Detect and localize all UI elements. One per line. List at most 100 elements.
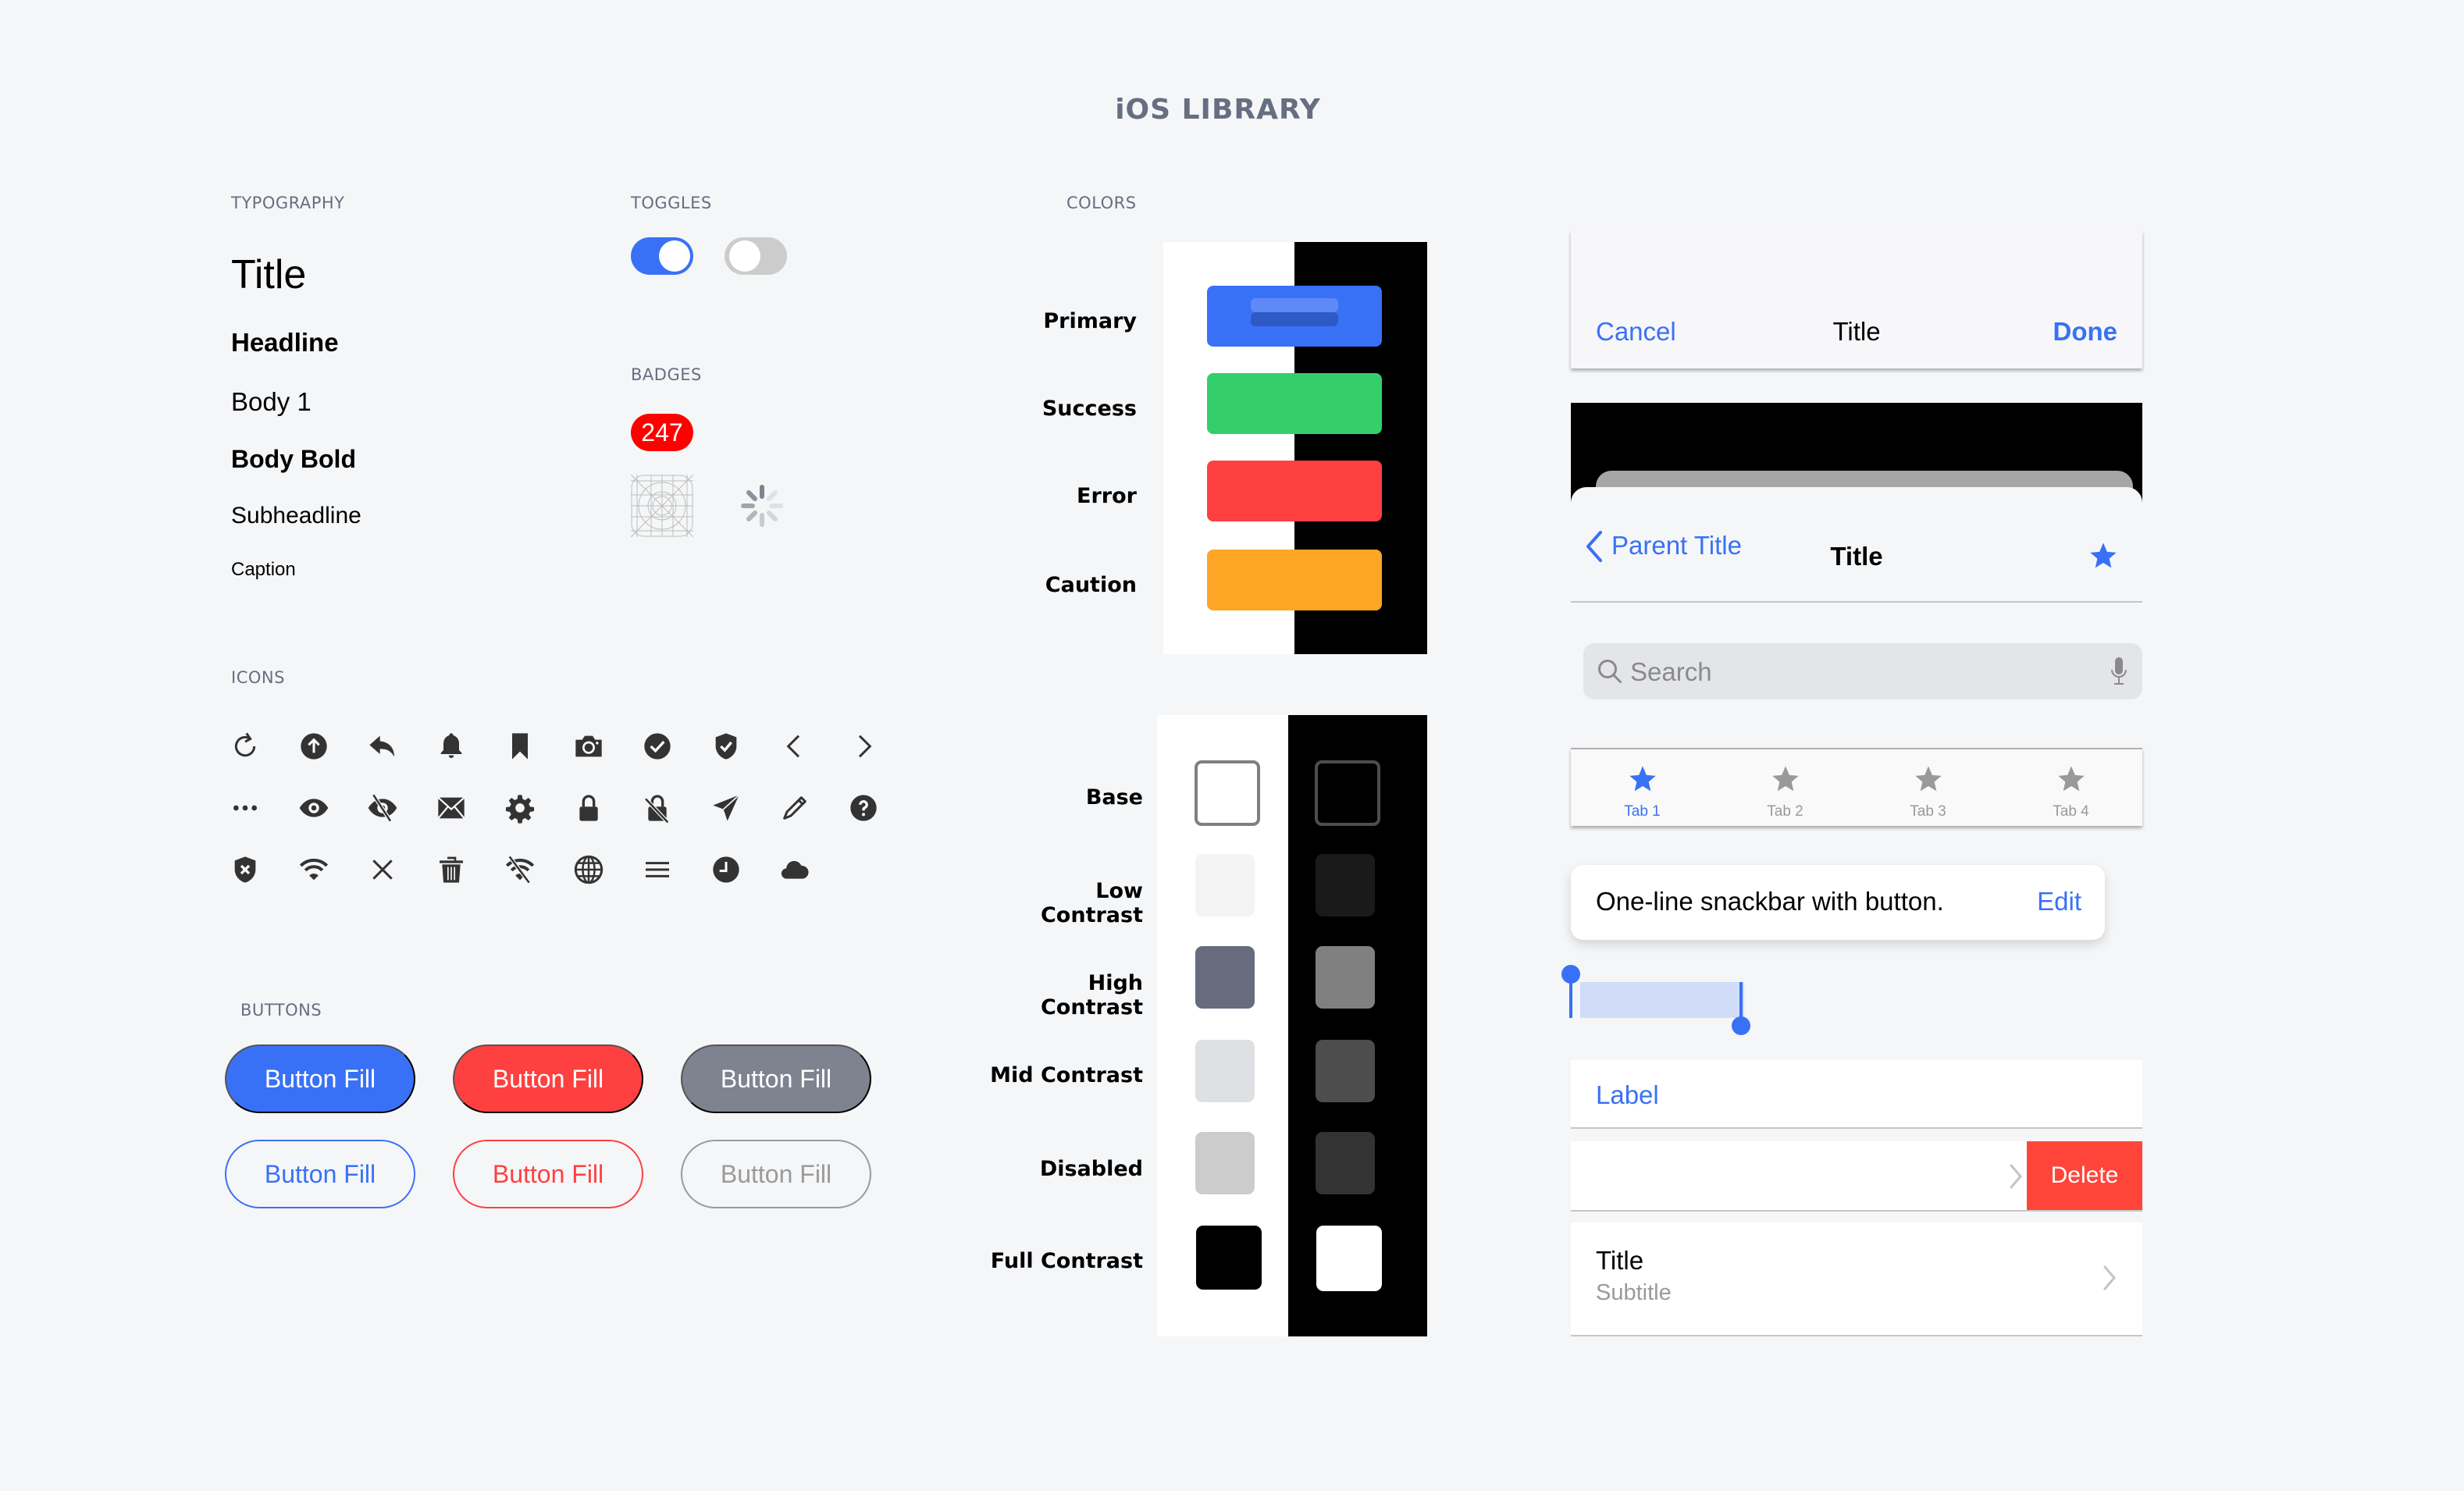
swatch-primary (1207, 286, 1382, 347)
toggle-off[interactable] (725, 237, 787, 275)
search-field[interactable]: Search (1583, 643, 2142, 699)
color-label-high-contrast: High Contrast (1040, 971, 1143, 1020)
color-label-full-contrast: Full Contrast (990, 1249, 1143, 1273)
error-fill-button[interactable]: Button Fill (453, 1044, 643, 1113)
question-circle-icon (845, 789, 882, 827)
sheet-navigation-bar: Parent Title Title (1571, 487, 2142, 603)
selection-end-handle-line (1739, 982, 1743, 1018)
tab-4[interactable]: Tab 4 (1999, 749, 2142, 826)
snackbar-message: One-line snackbar with button. (1596, 887, 1944, 916)
bell-icon (433, 728, 470, 765)
selection-start-handle[interactable] (1561, 965, 1580, 984)
camera-icon (570, 728, 607, 765)
activity-spinner-icon (739, 482, 785, 529)
swatch-disabled-dark (1316, 1132, 1375, 1194)
send-icon (707, 789, 745, 827)
checkmark-circle-icon (639, 728, 676, 765)
swatch-success (1207, 373, 1382, 434)
swatch-full-contrast-dark (1316, 1226, 1382, 1291)
selection-start-handle-line (1569, 982, 1572, 1018)
swatch-full-contrast-light (1196, 1226, 1262, 1290)
typography-body-bold: Body Bold (231, 445, 356, 473)
selection-end-handle[interactable] (1732, 1016, 1750, 1035)
menu-icon (639, 851, 676, 888)
envelope-icon (433, 789, 470, 827)
sheet-title: Title (1830, 542, 1883, 571)
swatch-error (1207, 461, 1382, 521)
star-icon (1770, 763, 1801, 799)
globe-icon (570, 851, 607, 888)
reply-icon (364, 728, 401, 765)
count-badge: 247 (631, 414, 693, 451)
toggle-knob (659, 240, 690, 272)
swatch-base-light (1195, 760, 1260, 826)
pencil-icon (776, 789, 814, 827)
arrow-up-circle-icon (295, 728, 333, 765)
clock-icon (707, 851, 745, 888)
swatch-high-contrast-dark (1316, 946, 1375, 1009)
tab-label: Tab 4 (2053, 803, 2089, 820)
delete-button[interactable]: Delete (2027, 1141, 2142, 1210)
page-title: iOS LIBRARY (1115, 94, 1321, 126)
primary-fill-button[interactable]: Button Fill (225, 1044, 415, 1113)
chevron-right-icon (2008, 1163, 2024, 1190)
refresh-icon (226, 728, 264, 765)
typography-body1: Body 1 (231, 387, 312, 416)
color-label-error: Error (1077, 484, 1137, 508)
swatch-disabled-light (1195, 1132, 1255, 1194)
error-outline-button[interactable]: Button Fill (453, 1140, 643, 1208)
app-icon-grid-icon (630, 474, 694, 538)
toggle-on[interactable] (631, 237, 693, 275)
shield-check-icon (707, 728, 745, 765)
bookmark-icon (501, 728, 539, 765)
wifi-icon (295, 851, 333, 888)
swatch-mid-contrast-light (1195, 1040, 1255, 1102)
toggle-knob (729, 240, 760, 272)
icon-grid (226, 728, 882, 899)
neutral-fill-button[interactable]: Button Fill (681, 1044, 871, 1113)
chevron-left-icon (776, 728, 814, 765)
section-label-typography: TYPOGRAPHY (231, 194, 345, 212)
eye-slash-icon (364, 789, 401, 827)
navigation-bar: Title Cancel Done (1571, 231, 2142, 368)
wifi-slash-icon (501, 851, 539, 888)
typography-subheadline: Subheadline (231, 503, 361, 528)
list-row-swipe[interactable]: Delete (1571, 1141, 2142, 1212)
star-icon[interactable] (2088, 540, 2119, 571)
swatch-mid-contrast-dark (1316, 1040, 1375, 1102)
microphone-icon[interactable] (2110, 656, 2128, 687)
cancel-button[interactable]: Cancel (1596, 317, 1676, 347)
swatch-primary-pressed (1251, 312, 1338, 326)
shield-x-icon (226, 851, 264, 888)
row-subtitle: Subtitle (1596, 1280, 1672, 1305)
tab-label: Tab 3 (1910, 803, 1946, 820)
primary-outline-button[interactable]: Button Fill (225, 1140, 415, 1208)
color-label-success: Success (1042, 397, 1137, 421)
tab-1[interactable]: Tab 1 (1571, 749, 1714, 826)
color-label-caution: Caution (1045, 573, 1137, 597)
list-row-detail[interactable]: Title Subtitle (1571, 1222, 2142, 1336)
cloud-icon (776, 851, 814, 888)
text-selection-highlight (1580, 982, 1744, 1018)
lock-slash-icon (639, 789, 676, 827)
swatch-low-contrast-dark (1316, 854, 1375, 916)
star-icon (2056, 763, 2087, 799)
star-icon (1913, 763, 1944, 799)
tab-2[interactable]: Tab 2 (1714, 749, 1857, 826)
lock-icon (570, 789, 607, 827)
typography-headline: Headline (231, 328, 339, 357)
snackbar: One-line snackbar with button. Edit (1571, 865, 2105, 940)
tab-3[interactable]: Tab 3 (1857, 749, 1999, 826)
tab-label: Tab 2 (1767, 803, 1803, 820)
disabled-outline-button[interactable]: Button Fill (681, 1140, 871, 1208)
trash-icon (433, 851, 470, 888)
row-title: Title (1596, 1246, 1644, 1275)
color-label-disabled: Disabled (1039, 1157, 1143, 1181)
list-row-label[interactable]: Label (1571, 1060, 2142, 1129)
done-button[interactable]: Done (2053, 317, 2118, 347)
swatch-caution (1207, 550, 1382, 610)
eye-icon (295, 789, 333, 827)
color-label-base: Base (1085, 785, 1143, 810)
snackbar-edit-button[interactable]: Edit (2037, 887, 2081, 916)
color-label-mid-contrast: Mid Contrast (990, 1063, 1143, 1087)
